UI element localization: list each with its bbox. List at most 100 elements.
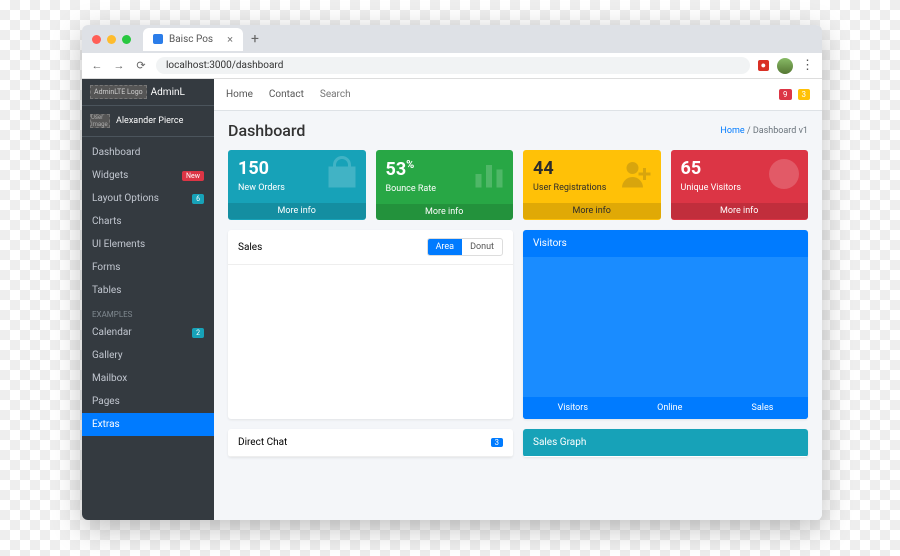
sidebar-item-dashboard[interactable]: Dashboard <box>82 141 214 164</box>
maximize-window-button[interactable] <box>122 35 131 44</box>
sidebar-item-label: Forms <box>92 262 120 273</box>
bag-icon <box>324 156 360 196</box>
sidebar-item-widgets[interactable]: Widgets New <box>82 164 214 187</box>
sidebar-item-extras[interactable]: Extras <box>82 413 214 436</box>
minimize-window-button[interactable] <box>107 35 116 44</box>
page-header: Dashboard Home / Dashboard v1 <box>214 111 822 150</box>
stat-unique-visitors[interactable]: 65 Unique Visitors More info <box>671 150 809 220</box>
cards-row: Sales Area Donut Visitors Visitors Onlin… <box>214 220 822 419</box>
sidebar-item-charts[interactable]: Charts <box>82 210 214 233</box>
sidebar-item-pages[interactable]: Pages <box>82 390 214 413</box>
sidebar-badge: 6 <box>192 194 204 204</box>
sidebar-item-label: Widgets <box>92 170 128 181</box>
brand-logo-placeholder: AdminLTE Logo <box>90 85 147 99</box>
sidebar-section-header: EXAMPLES <box>82 302 214 321</box>
sales-card: Sales Area Donut <box>228 230 513 419</box>
topbar-home-link[interactable]: Home <box>226 89 253 100</box>
visitors-ft-label: Visitors <box>558 403 588 413</box>
extension-badge[interactable]: ● <box>758 60 769 71</box>
card-title: Sales <box>238 242 262 253</box>
tab-title: Baisc Pos <box>169 34 213 45</box>
close-window-button[interactable] <box>92 35 101 44</box>
reload-button[interactable]: ⟳ <box>134 59 148 72</box>
topbar-notif-yellow[interactable]: 3 <box>798 89 811 100</box>
user-panel[interactable]: User Image Alexander Pierce <box>82 106 214 137</box>
stat-more-link[interactable]: More info <box>228 203 366 219</box>
sidebar-item-ui[interactable]: UI Elements <box>82 233 214 256</box>
sidebar: AdminLTE Logo AdminL User Image Alexande… <box>82 79 214 520</box>
url-text: localhost:3000/dashboard <box>166 60 283 71</box>
forward-button[interactable]: → <box>112 59 126 72</box>
chat-count-badge: 3 <box>491 438 504 447</box>
sidebar-item-label: Charts <box>92 216 122 227</box>
close-tab-button[interactable]: × <box>227 33 233 46</box>
main-area: Home Contact 9 3 Dashboard Home / Dashbo… <box>214 79 822 520</box>
breadcrumb-home[interactable]: Home <box>720 126 744 136</box>
brand-header[interactable]: AdminLTE Logo AdminL <box>82 79 214 106</box>
visitors-ft-label: Sales <box>752 403 774 413</box>
sidebar-item-label: Dashboard <box>92 147 140 158</box>
browser-tabstrip: Baisc Pos × + <box>82 25 822 53</box>
browser-tab[interactable]: Baisc Pos × <box>143 28 243 51</box>
sidebar-item-tables[interactable]: Tables <box>82 279 214 302</box>
breadcrumb-current: Dashboard v1 <box>753 126 808 136</box>
visitors-card: Visitors Visitors Online Sales <box>523 230 808 419</box>
sidebar-item-forms[interactable]: Forms <box>82 256 214 279</box>
window-controls <box>92 35 131 44</box>
topbar: Home Contact 9 3 <box>214 79 822 111</box>
brand-text: AdminL <box>151 87 185 98</box>
topbar-contact-link[interactable]: Contact <box>269 89 304 100</box>
direct-chat-card: Direct Chat 3 <box>228 429 513 457</box>
browser-toolbar: ← → ⟳ localhost:3000/dashboard ● ⋮ <box>82 53 822 79</box>
user-name: Alexander Pierce <box>116 116 183 126</box>
visitors-map-body <box>523 257 808 397</box>
visitors-footer: Visitors Online Sales <box>523 397 808 419</box>
search-input[interactable] <box>320 89 400 100</box>
user-image-placeholder: User Image <box>90 114 110 128</box>
new-tab-button[interactable]: + <box>251 31 259 47</box>
sales-chart-body <box>228 265 513 405</box>
sidebar-item-label: UI Elements <box>92 239 145 250</box>
stat-bounce-rate[interactable]: 53% Bounce Rate More info <box>376 150 514 220</box>
topbar-notif-red[interactable]: 9 <box>779 89 792 100</box>
address-bar[interactable]: localhost:3000/dashboard <box>156 57 750 74</box>
sidebar-item-gallery[interactable]: Gallery <box>82 344 214 367</box>
sidebar-item-label: Mailbox <box>92 373 127 384</box>
sidebar-item-label: Layout Options <box>92 193 159 204</box>
card-title: Direct Chat <box>238 437 287 448</box>
tab-donut[interactable]: Donut <box>462 239 502 255</box>
stat-more-link[interactable]: More info <box>523 203 661 219</box>
stat-new-orders[interactable]: 150 New Orders More info <box>228 150 366 220</box>
favicon-icon <box>153 34 163 44</box>
user-add-icon <box>619 156 655 196</box>
sidebar-item-calendar[interactable]: Calendar 2 <box>82 321 214 344</box>
pie-icon <box>766 156 802 196</box>
visitors-ft-label: Online <box>657 403 682 413</box>
sidebar-badge: New <box>182 171 204 181</box>
tab-area[interactable]: Area <box>428 239 463 255</box>
sidebar-item-label: Calendar <box>92 327 132 338</box>
profile-avatar[interactable] <box>777 58 793 74</box>
cards-row-2: Direct Chat 3 Sales Graph <box>214 419 822 467</box>
browser-window: Baisc Pos × + ← → ⟳ localhost:3000/dashb… <box>82 25 822 520</box>
sidebar-badge: 2 <box>192 328 204 338</box>
card-title: Sales Graph <box>533 437 586 448</box>
card-title: Visitors <box>533 238 567 249</box>
stat-boxes: 150 New Orders More info 53% Bounce Rate… <box>214 150 822 220</box>
bars-icon <box>471 156 507 196</box>
sidebar-item-label: Gallery <box>92 350 123 361</box>
stat-user-registrations[interactable]: 44 User Registrations More info <box>523 150 661 220</box>
breadcrumb: Home / Dashboard v1 <box>720 126 808 136</box>
browser-menu-button[interactable]: ⋮ <box>801 58 814 73</box>
sidebar-item-label: Extras <box>92 419 120 430</box>
sidebar-item-layout[interactable]: Layout Options 6 <box>82 187 214 210</box>
sidebar-nav: Dashboard Widgets New Layout Options 6 Cha… <box>82 137 214 440</box>
sidebar-item-label: Pages <box>92 396 120 407</box>
stat-more-link[interactable]: More info <box>376 204 514 220</box>
page-title: Dashboard <box>228 121 305 140</box>
sales-tabs: Area Donut <box>427 238 503 256</box>
sidebar-item-mailbox[interactable]: Mailbox <box>82 367 214 390</box>
sales-graph-card: Sales Graph <box>523 429 808 457</box>
stat-more-link[interactable]: More info <box>671 203 809 219</box>
back-button[interactable]: ← <box>90 59 104 72</box>
